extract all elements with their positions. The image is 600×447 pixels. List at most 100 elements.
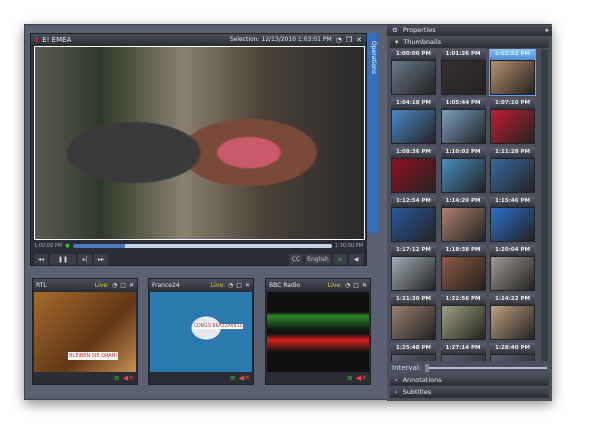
close-icon[interactable]: ✕: [245, 282, 250, 289]
thumbnail-image: [392, 208, 435, 241]
thumbnail-time: 1:07:10 PM: [490, 98, 535, 109]
restore-icon[interactable]: ❐: [346, 36, 352, 44]
audio-waveform: [267, 292, 369, 372]
mute-icon[interactable]: ◀✕: [123, 374, 134, 382]
thumbnail-scrollbar[interactable]: [541, 49, 548, 361]
seek-bar: 1:00:00 PM ● 1:30:00 PM: [31, 241, 366, 251]
mute-icon[interactable]: ◀✕: [356, 374, 367, 382]
chevron-down-icon: ▾: [395, 38, 399, 46]
channel-tile-france24[interactable]: France24 Live: ◔ □ ✕ CONGO BRAZZAVILLE ≡ ◀✕: [148, 278, 254, 385]
gear-icon: ⚙: [392, 26, 398, 34]
clock-icon[interactable]: ◔: [345, 282, 350, 289]
thumbnail-image: [491, 208, 534, 241]
player-title-bar: ! E! EMEA Selection: 12/13/2010 1:03:01 …: [31, 34, 366, 45]
thumbnail[interactable]: 1:11:28 PM: [490, 147, 535, 193]
thumbnail-time: 1:00:00 PM: [391, 49, 436, 60]
thumbnail-image: [491, 306, 534, 339]
thumbnail[interactable]: 1:20:04 PM: [490, 245, 535, 291]
channel-tile-rtl[interactable]: RTL Live: ◔ □ ✕ BLEIBEN SIE DRAN! ≡ ◀✕: [32, 278, 138, 385]
thumbnail-time: 1:20:04 PM: [490, 245, 535, 256]
main-player: ! E! EMEA Selection: 12/13/2010 1:03:01 …: [30, 33, 367, 266]
thumbnail-time: 1:02:52 PM: [490, 49, 535, 60]
close-icon[interactable]: ✕: [362, 282, 367, 289]
app-window: ! E! EMEA Selection: 12/13/2010 1:03:01 …: [24, 24, 552, 401]
thumbnail[interactable]: 1:10:02 PM: [440, 147, 486, 193]
thumbnail-time: 1:24:22 PM: [490, 294, 535, 305]
thumbnail[interactable]: 1:07:10 PM: [490, 98, 535, 144]
video-caption: CONGO BRAZZAVILLE: [194, 324, 243, 329]
thumbnail[interactable]: 1:00:00 PM: [391, 49, 436, 95]
thumbnail[interactable]: 1:15:46 PM: [490, 196, 535, 242]
audio-level-icon: ≡: [333, 253, 347, 265]
maximize-icon[interactable]: □: [353, 282, 359, 289]
thumbnail[interactable]: 1:05:44 PM: [440, 98, 486, 144]
thumbnails-header[interactable]: ▾ Thumbnails: [390, 37, 549, 48]
thumbnail[interactable]: 1:27:14 PM: [440, 343, 486, 361]
thumbnail[interactable]: 1:08:36 PM: [391, 147, 436, 193]
subtitles-header[interactable]: › Subtitles: [390, 387, 549, 398]
interval-row: Interval:: [392, 363, 547, 373]
start-time: 1:00:00 PM: [34, 243, 63, 249]
interval-label: Interval:: [392, 364, 422, 372]
maximize-icon[interactable]: □: [236, 282, 242, 289]
thumbnail-image: [392, 257, 435, 290]
thumbnail-image: [441, 355, 485, 361]
pause-button[interactable]: ❚❚: [50, 253, 76, 265]
thumbnails-label: Thumbnails: [403, 38, 442, 46]
subtitles-label: Subtitles: [402, 388, 432, 396]
clock-icon[interactable]: ◔: [112, 282, 117, 289]
thumbnail[interactable]: 1:24:22 PM: [490, 294, 535, 340]
thumbnail-image: [441, 61, 485, 94]
chevron-right-icon: ›: [395, 388, 398, 396]
thumbnail[interactable]: 1:01:26 PM: [440, 49, 486, 95]
end-time: 1:30:00 PM: [334, 243, 363, 249]
thumbnail-image: [441, 110, 485, 143]
thumbnail-time: 1:04:18 PM: [391, 98, 436, 109]
thumbnail[interactable]: 1:25:48 PM: [391, 343, 436, 361]
thumbnail-image: [491, 159, 534, 192]
operations-tab[interactable]: Operations: [367, 33, 377, 233]
thumbnail[interactable]: 1:21:30 PM: [391, 294, 436, 340]
channel-name: France24: [152, 281, 180, 289]
thumbnail[interactable]: 1:14:20 PM: [440, 196, 486, 242]
channel-tile-bbc[interactable]: BBC Radio Live: ◔ □ ✕ ≡ ◀✕: [265, 278, 371, 385]
maximize-icon[interactable]: □: [120, 282, 126, 289]
volume-button[interactable]: ◀: [349, 253, 363, 265]
mute-icon[interactable]: ◀✕: [239, 374, 250, 382]
thumbnail[interactable]: 1:17:12 PM: [391, 245, 436, 291]
clock-icon[interactable]: ◔: [336, 36, 342, 44]
audio-level-icon: ≡: [346, 374, 353, 382]
properties-header[interactable]: ⚙ Properties ▸: [387, 25, 552, 36]
thumbnail[interactable]: 1:04:18 PM: [391, 98, 436, 144]
close-icon[interactable]: ✕: [356, 36, 362, 44]
close-icon[interactable]: ✕: [129, 282, 134, 289]
rewind-button[interactable]: ◂◂: [34, 253, 48, 265]
thumbnail-image: [491, 257, 534, 290]
thumbnail[interactable]: 1:12:54 PM: [391, 196, 436, 242]
thumbnail-time: 1:12:54 PM: [391, 196, 436, 207]
language-select[interactable]: English: [305, 253, 331, 265]
start-marker-icon: ●: [65, 243, 70, 249]
video-frame[interactable]: [34, 46, 365, 240]
annotations-header[interactable]: › Annotations: [390, 375, 549, 386]
thumbnail-image: [441, 208, 485, 241]
thumbnail[interactable]: 1:22:56 PM: [440, 294, 486, 340]
interval-slider[interactable]: [425, 364, 547, 372]
chevron-right-icon: ›: [395, 376, 398, 384]
audio-level-icon: ≡: [113, 374, 120, 382]
properties-panel: ⚙ Properties ▸ ▾ Thumbnails 1:00:00 PM 1:01:…: [387, 25, 552, 401]
step-forward-button[interactable]: ▸|: [78, 253, 92, 265]
thumbnail[interactable]: 1:28:40 PM: [490, 343, 535, 361]
thumbnail-image: [392, 159, 435, 192]
thumbnail[interactable]: 1:18:38 PM: [440, 245, 486, 291]
thumbnail-image: [491, 61, 534, 94]
clock-icon[interactable]: ◔: [228, 282, 233, 289]
cc-button[interactable]: CC: [289, 253, 303, 265]
thumbnail-image: [491, 110, 534, 143]
fast-forward-button[interactable]: ▸▸: [94, 253, 108, 265]
thumbnail[interactable]: 1:02:52 PM: [489, 49, 536, 96]
chevron-right-icon[interactable]: ▸: [546, 26, 552, 34]
alert-icon: !: [35, 35, 39, 44]
thumbnail-image: [392, 306, 435, 339]
timeline-slider[interactable]: [72, 244, 332, 248]
